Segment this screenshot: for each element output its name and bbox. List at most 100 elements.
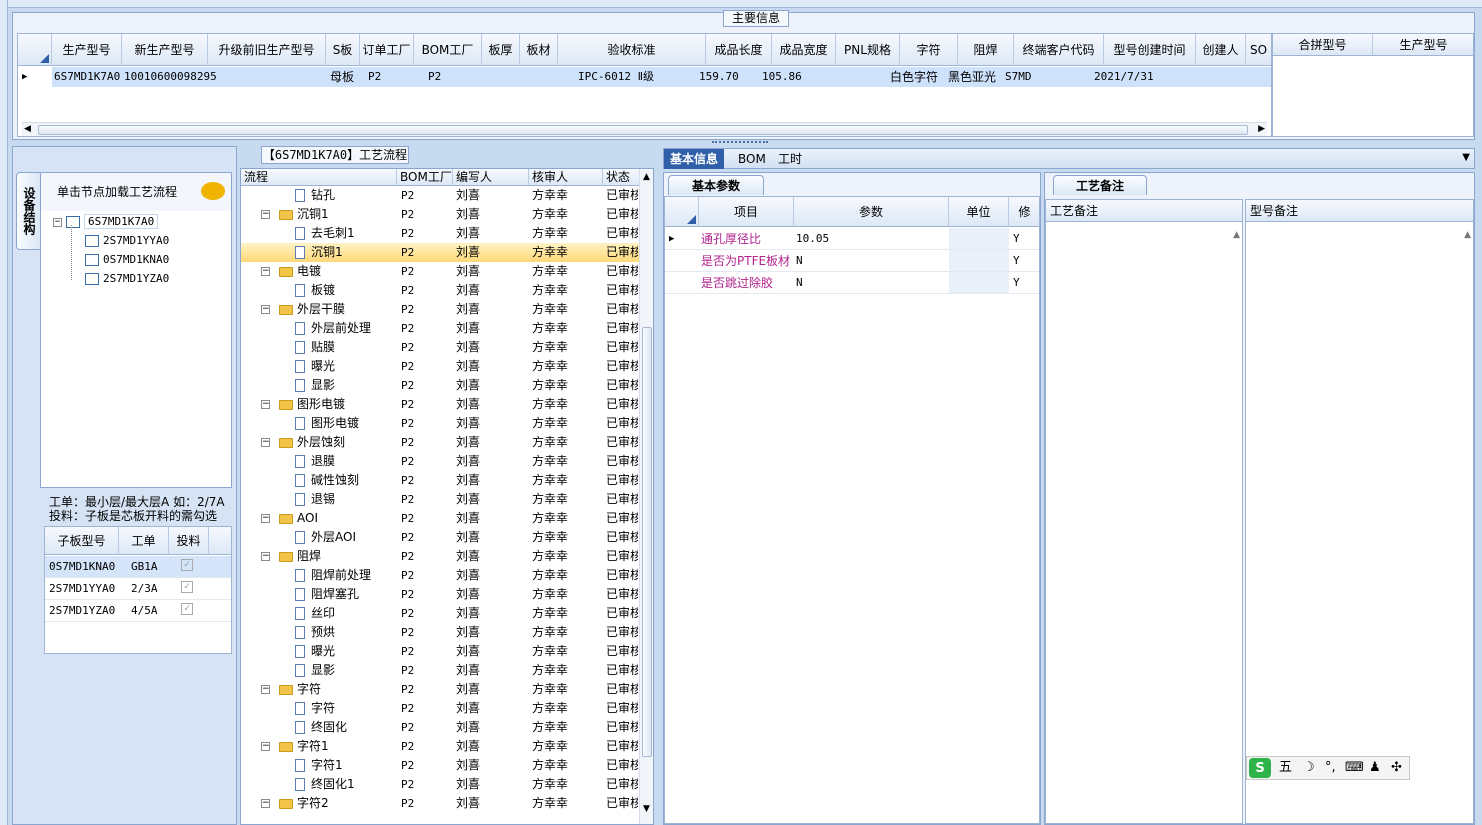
flow-row[interactable]: 阻焊前处理 P2 刘喜 方幸幸 已审核: [241, 566, 641, 585]
speech-bubble-icon[interactable]: [201, 182, 225, 200]
collapse-icon[interactable]: −: [261, 210, 270, 219]
merge-prod-model-header[interactable]: 生产型号: [1373, 34, 1473, 56]
scroll-up-icon[interactable]: ▲: [1233, 230, 1240, 240]
subtab-process-notes[interactable]: 工艺备注: [1053, 175, 1147, 195]
col-header[interactable]: 型号创建时间: [1104, 34, 1196, 66]
cell-s-board[interactable]: 母板: [330, 67, 354, 87]
tree-root[interactable]: − 6S7MD1K7A0: [53, 213, 159, 231]
flow-row[interactable]: − AOI P2 刘喜 方幸幸 已审核: [241, 509, 641, 528]
col-header[interactable]: 成品宽度: [772, 34, 836, 66]
param-mod[interactable]: Y: [1013, 229, 1020, 249]
ime-toolbar[interactable]: S 五 ☽ °, ⌨ ♟ ✣: [1246, 756, 1410, 780]
scroll-left-icon[interactable]: ◀: [24, 124, 31, 134]
flow-scroll-thumb[interactable]: [642, 327, 652, 757]
flow-row[interactable]: 外层AOI P2 刘喜 方幸幸 已审核: [241, 528, 641, 547]
col-item[interactable]: 项目: [699, 197, 794, 227]
tree-child-2[interactable]: 0S7MD1KNA0: [85, 251, 169, 269]
collapse-icon[interactable]: −: [261, 799, 270, 808]
flow-col-header[interactable]: 编写人: [453, 169, 529, 186]
col-header[interactable]: 验收标准: [558, 34, 706, 66]
ime-mode[interactable]: 五: [1279, 757, 1292, 779]
cell-bom-factory[interactable]: P2: [428, 67, 441, 87]
flow-row[interactable]: 曝光 P2 刘喜 方幸幸 已审核: [241, 357, 641, 376]
col-header[interactable]: 创建人: [1196, 34, 1246, 66]
param-row[interactable]: 是否为PTFE板材 N Y: [665, 250, 1039, 272]
collapse-icon[interactable]: −: [261, 685, 270, 694]
model-notes-box[interactable]: 型号备注 ▲: [1245, 199, 1474, 824]
sub-board-row[interactable]: 0S7MD1KNA0 GB1A ✓: [45, 556, 231, 578]
cell-length[interactable]: 159.70: [699, 67, 739, 87]
scroll-down-icon[interactable]: ▼: [643, 804, 650, 814]
tab-basic-info[interactable]: 基本信息: [664, 149, 725, 169]
process-notes-box[interactable]: 工艺备注 ▲: [1045, 199, 1243, 824]
flow-row[interactable]: 去毛刺1 P2 刘喜 方幸幸 已审核: [241, 224, 641, 243]
flow-row[interactable]: 显影 P2 刘喜 方幸幸 已审核: [241, 376, 641, 395]
flow-row[interactable]: 预烘 P2 刘喜 方幸幸 已审核: [241, 623, 641, 642]
param-value[interactable]: N: [796, 251, 803, 271]
col-header[interactable]: S板: [326, 34, 360, 66]
col-header[interactable]: 终端客户代码: [1014, 34, 1104, 66]
cell-standard[interactable]: IPC-6012 Ⅱ级: [578, 67, 654, 87]
flow-row[interactable]: 外层前处理 P2 刘喜 方幸幸 已审核: [241, 319, 641, 338]
collapse-icon[interactable]: −: [53, 217, 62, 227]
sub-board-row[interactable]: 2S7MD1YYA0 2/3A ✓: [45, 578, 231, 600]
cell-mask[interactable]: 黑色亚光: [948, 67, 996, 87]
flow-vscrollbar[interactable]: ▲ ▼: [639, 169, 653, 824]
col-header[interactable]: 订单工厂: [360, 34, 414, 66]
col-header[interactable]: 新生产型号: [122, 34, 208, 66]
flow-row[interactable]: 钻孔 P2 刘喜 方幸幸 已审核: [241, 186, 641, 205]
flow-row[interactable]: − 外层干膜 P2 刘喜 方幸幸 已审核: [241, 300, 641, 319]
tree-child-3[interactable]: 2S7MD1YZA0: [85, 270, 169, 288]
param-unit[interactable]: [949, 250, 1009, 271]
splitter-handle[interactable]: [712, 141, 768, 147]
flow-row[interactable]: 丝印 P2 刘喜 方幸幸 已审核: [241, 604, 641, 623]
tree-child-1[interactable]: 2S7MD1YYA0: [85, 232, 169, 250]
param-unit[interactable]: [949, 272, 1009, 293]
selected-row[interactable]: [52, 67, 1271, 87]
collapse-icon[interactable]: −: [261, 742, 270, 751]
feed-checkbox[interactable]: ✓: [181, 603, 193, 615]
col-feed[interactable]: 投料: [169, 527, 209, 555]
cell-created[interactable]: 2021/7/31: [1094, 67, 1154, 87]
col-header[interactable]: PNL规格: [836, 34, 900, 66]
tab-work-hours[interactable]: 工时: [772, 149, 808, 169]
tools-icon[interactable]: ✣: [1391, 757, 1402, 779]
col-param[interactable]: 参数: [794, 197, 949, 227]
collapse-icon[interactable]: −: [261, 438, 270, 447]
col-header[interactable]: 成品长度: [706, 34, 772, 66]
flow-row[interactable]: 退锡 P2 刘喜 方幸幸 已审核: [241, 490, 641, 509]
subtab-basic-params[interactable]: 基本参数: [668, 175, 764, 195]
col-header[interactable]: BOM工厂: [414, 34, 482, 66]
flow-row[interactable]: − 字符2 P2 刘喜 方幸幸 已审核: [241, 794, 641, 813]
flow-row[interactable]: 贴膜 P2 刘喜 方幸幸 已审核: [241, 338, 641, 357]
feed-checkbox[interactable]: ✓: [181, 559, 193, 571]
col-header[interactable]: 板厚: [482, 34, 520, 66]
scroll-right-icon[interactable]: ▶: [1258, 124, 1265, 134]
col-header[interactable]: 阻焊: [958, 34, 1014, 66]
cell-width[interactable]: 105.86: [762, 67, 802, 87]
merge-model-header[interactable]: 合拼型号: [1273, 34, 1373, 56]
col-header[interactable]: 字符: [900, 34, 958, 66]
scroll-thumb[interactable]: [38, 125, 1248, 135]
param-value[interactable]: 10.05: [796, 229, 829, 249]
tab-dropdown-icon[interactable]: ▼: [1462, 152, 1470, 163]
col-header[interactable]: SO: [1246, 34, 1271, 66]
flow-col-header[interactable]: 状态: [603, 169, 643, 186]
flow-row[interactable]: 阻焊塞孔 P2 刘喜 方幸幸 已审核: [241, 585, 641, 604]
flow-row[interactable]: 字符 P2 刘喜 方幸幸 已审核: [241, 699, 641, 718]
flow-row[interactable]: − 图形电镀 P2 刘喜 方幸幸 已审核: [241, 395, 641, 414]
collapse-icon[interactable]: −: [261, 267, 270, 276]
flow-col-header[interactable]: 流程: [241, 169, 397, 186]
flow-row[interactable]: 沉铜1 P2 刘喜 方幸幸 已审核: [241, 243, 641, 262]
flow-row[interactable]: 显影 P2 刘喜 方幸幸 已审核: [241, 661, 641, 680]
flow-col-header[interactable]: 核审人: [529, 169, 603, 186]
user-icon[interactable]: ♟: [1369, 757, 1381, 779]
feed-checkbox[interactable]: ✓: [181, 581, 193, 593]
collapse-icon[interactable]: −: [261, 305, 270, 314]
flow-row[interactable]: 碱性蚀刻 P2 刘喜 方幸幸 已审核: [241, 471, 641, 490]
col-header[interactable]: 板材: [520, 34, 558, 66]
flow-row[interactable]: − 字符 P2 刘喜 方幸幸 已审核: [241, 680, 641, 699]
tab-bom[interactable]: BOM: [732, 149, 772, 169]
collapse-icon[interactable]: −: [261, 400, 270, 409]
side-tab-structure[interactable]: 设备结构: [16, 172, 40, 250]
